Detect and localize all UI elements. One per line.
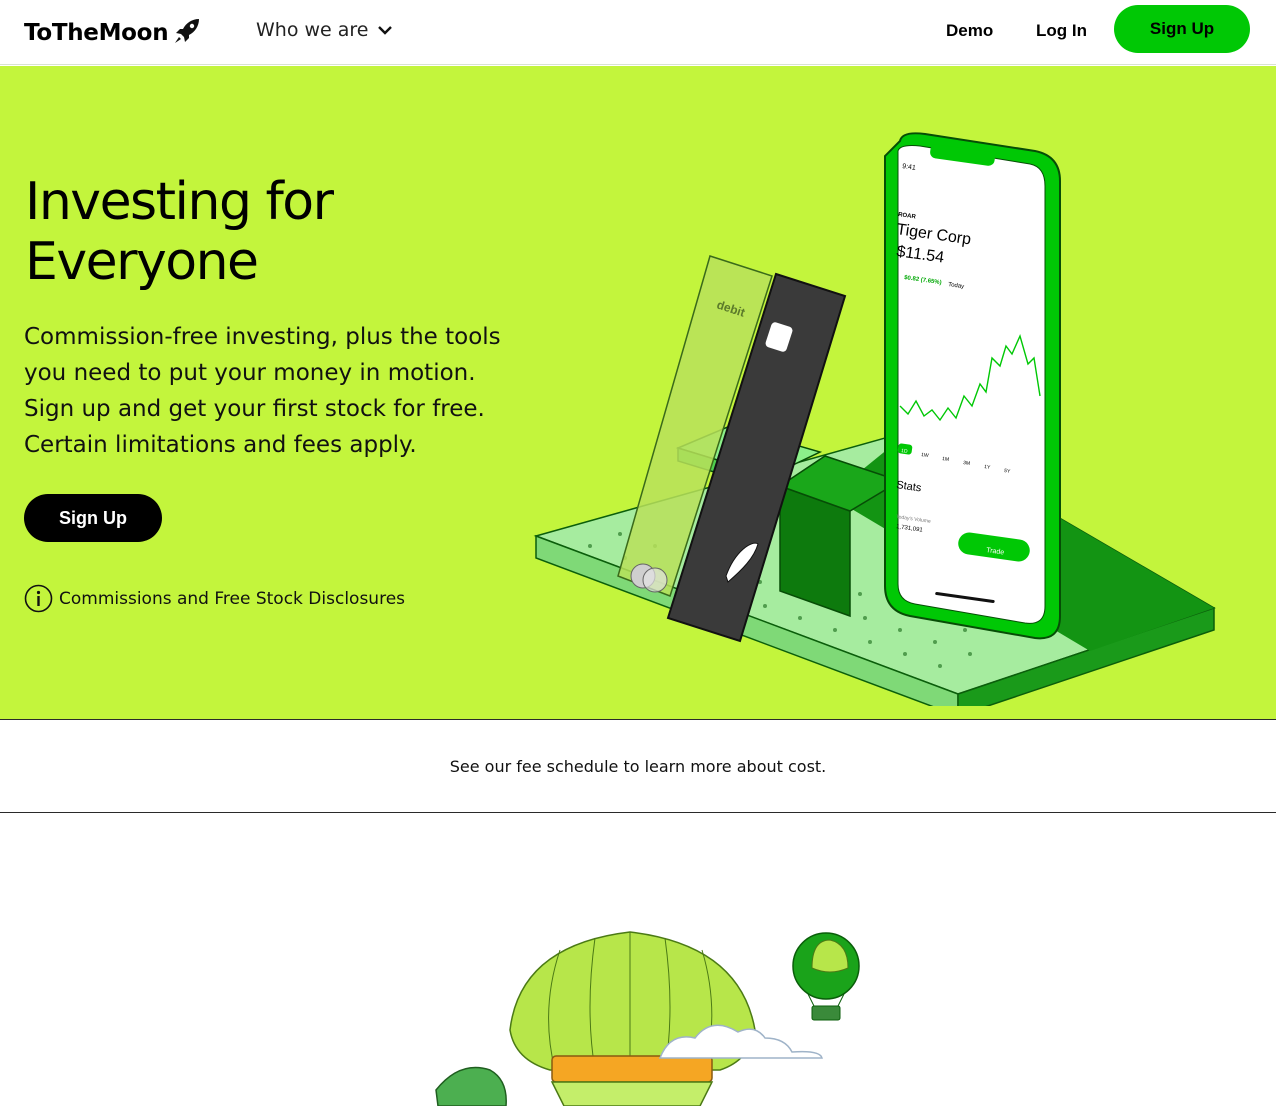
balloons-illustration — [435, 931, 860, 1106]
big-balloon-band — [551, 1055, 713, 1083]
range-1w: 1W — [921, 452, 930, 459]
small-balloon-left — [435, 1066, 507, 1106]
card-logo-circle-2 — [642, 567, 668, 593]
phone: 9:41 ROAR Tiger Corp $11.54 $0.82 (7.65%… — [884, 132, 1061, 640]
big-balloon-lower — [550, 1081, 714, 1106]
hero-description: Commission-free investing, plus the tool… — [24, 324, 501, 458]
who-we-are-menu[interactable]: Who we are — [256, 19, 393, 41]
rocket-icon — [175, 19, 199, 43]
range-3m: 3M — [963, 460, 971, 467]
who-we-are-label: Who we are — [256, 19, 369, 41]
disclosures-label: Commissions and Free Stock Disclosures — [59, 588, 406, 609]
logo-text[interactable]: ToTheMoon — [24, 20, 169, 46]
disclosures-link[interactable]: Commissions and Free Stock Disclosures — [24, 584, 405, 613]
signup-button[interactable]: Sign Up — [1114, 5, 1250, 53]
hero-illustration: debit 9:41 ROAR Tiger Corp $11.54 $0.82 … — [533, 132, 1216, 706]
hero-signup-button[interactable]: Sign Up — [24, 494, 162, 542]
login-link[interactable]: Log In — [1036, 21, 1087, 41]
range-1d: 1D — [901, 448, 909, 455]
chevron-down-icon — [377, 26, 392, 35]
hero-title: Investing for Everyone — [25, 172, 334, 292]
fee-schedule-link[interactable]: See our fee schedule to learn more about… — [450, 757, 827, 776]
demo-link[interactable]: Demo — [946, 21, 993, 41]
top-nav: ToTheMoon Who we are Demo Log In Sign Up — [0, 0, 1276, 65]
fee-schedule-band: See our fee schedule to learn more about… — [0, 720, 1276, 813]
small-balloon-basket — [811, 1005, 841, 1021]
range-1m: 1M — [942, 456, 950, 463]
hero-section: Investing for Everyone Commission-free i… — [0, 66, 1276, 720]
info-icon — [24, 584, 53, 613]
